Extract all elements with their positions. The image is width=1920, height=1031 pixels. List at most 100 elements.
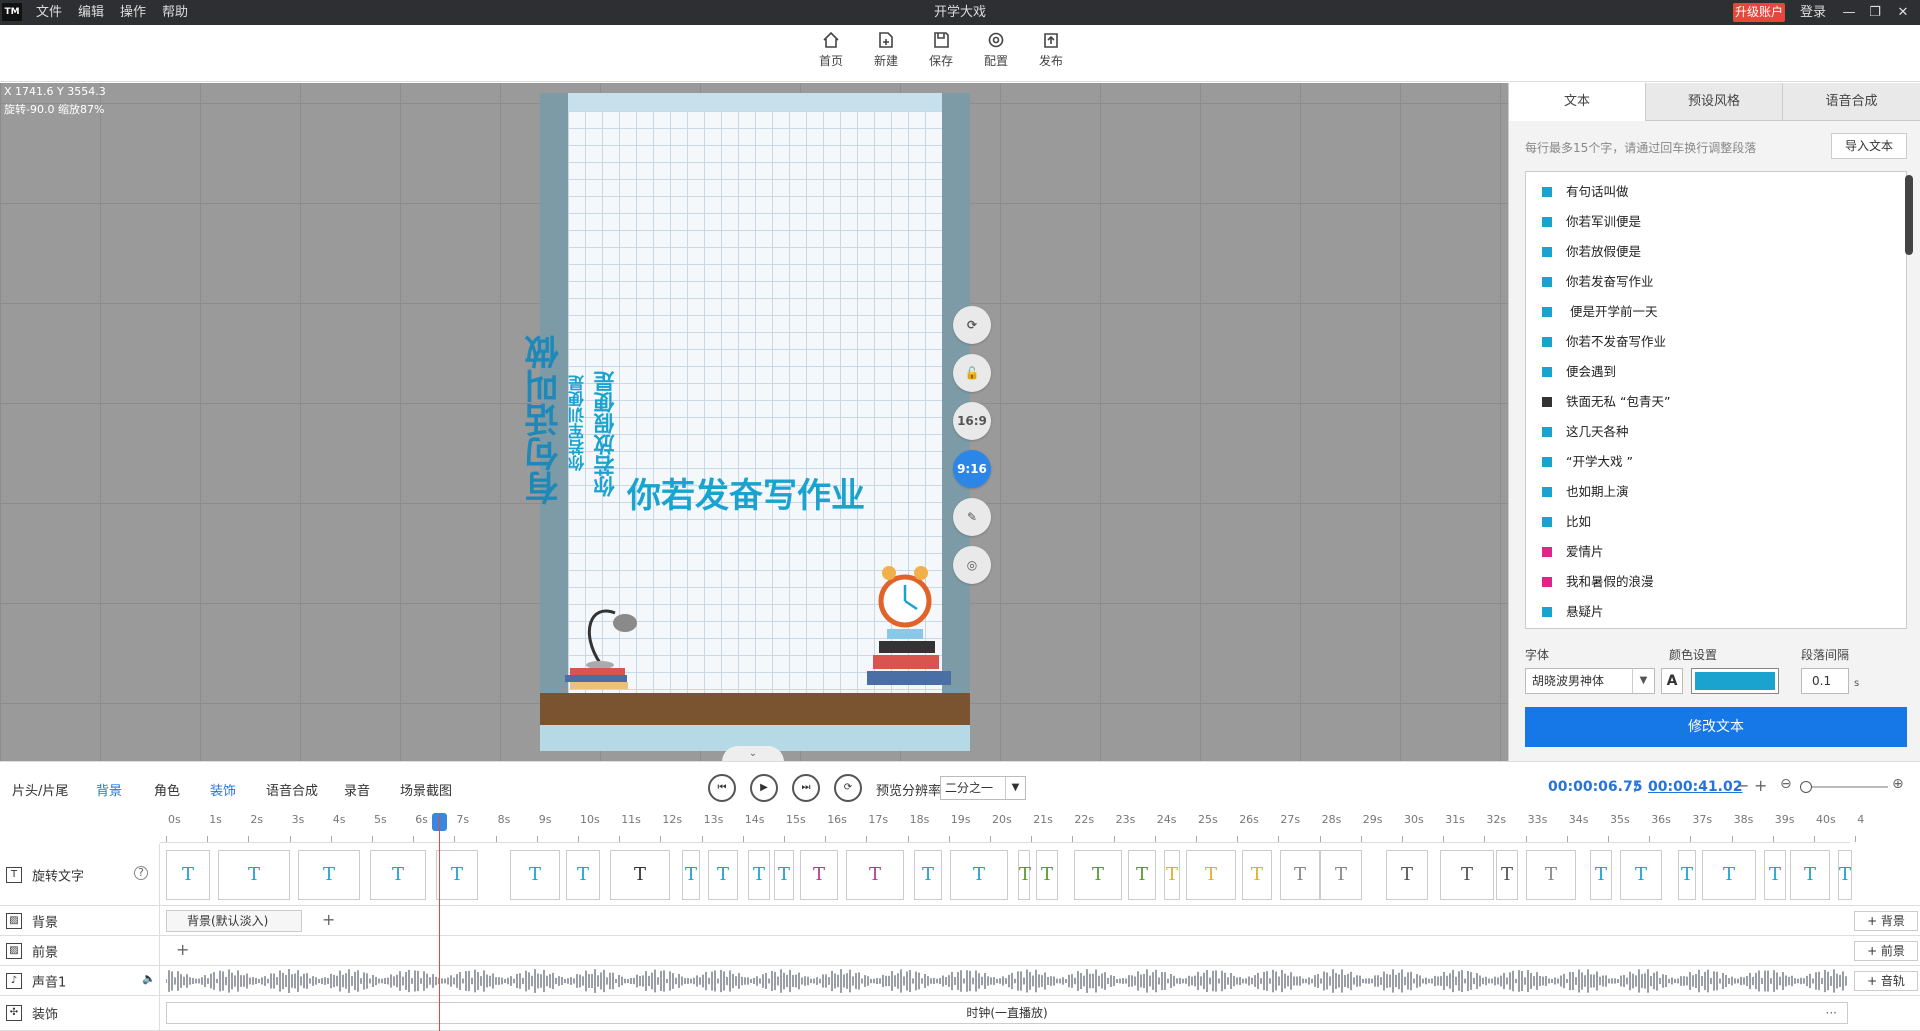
text-clip[interactable]: T	[1036, 850, 1058, 900]
text-list-item[interactable]: 这几天各种	[1542, 422, 1629, 442]
canvas-text-mid1[interactable]: 你若军训便是	[566, 375, 590, 471]
text-clip[interactable]: T	[748, 850, 770, 900]
tab-decoration[interactable]: 装饰	[210, 780, 236, 799]
text-clip[interactable]: T	[914, 850, 942, 900]
text-clip[interactable]: T	[846, 850, 904, 900]
time-ruler[interactable]: 0s 1s 2s 3s 4s 5s 6s 7s 8s 9s 10s 11s 12s 13s 14s 15s 16…	[160, 811, 1864, 843]
edit-pen-icon[interactable]: ✎	[953, 498, 991, 536]
publish-button[interactable]: 发布	[1028, 31, 1074, 69]
text-list-item[interactable]: 铁面无私 “包青天”	[1542, 392, 1670, 412]
clock-clip[interactable]: 时钟(一直播放) ···	[166, 1002, 1848, 1024]
text-clip[interactable]: T	[1074, 850, 1122, 900]
text-clip[interactable]: T	[708, 850, 738, 900]
text-clip[interactable]: T	[1526, 850, 1576, 900]
modify-text-button[interactable]: 修改文本	[1525, 707, 1907, 747]
tab-screenshot[interactable]: 场景截图	[400, 780, 452, 799]
text-clip[interactable]: T	[1620, 850, 1662, 900]
tab-preset-style[interactable]: 预设风格	[1646, 83, 1783, 121]
bg-clip[interactable]: 背景(默认淡入)	[166, 910, 302, 932]
color-swatch[interactable]	[1691, 668, 1779, 694]
skip-back-icon[interactable]: ⏮	[708, 774, 736, 802]
spacing-input[interactable]: 0.1	[1801, 668, 1849, 694]
zoom-out-icon[interactable]: ⊖	[1780, 776, 1792, 792]
text-clip[interactable]: T	[1128, 850, 1156, 900]
text-list-item[interactable]: 悬疑片	[1542, 602, 1604, 622]
tab-voice-synthesis[interactable]: 语音合成	[1783, 83, 1920, 121]
text-list-item[interactable]: “开学大戏 ”	[1542, 452, 1633, 472]
new-button[interactable]: 新建	[863, 31, 909, 69]
text-list-item[interactable]: 有句话叫做	[1542, 182, 1629, 202]
text-list-item[interactable]: 你若发奋写作业	[1542, 272, 1654, 292]
text-list-item[interactable]: 你若军训便是	[1542, 212, 1641, 232]
login-link[interactable]: 登录	[1800, 0, 1826, 25]
play-icon[interactable]: ▶	[750, 774, 778, 802]
menu-edit[interactable]: 编辑	[78, 0, 104, 25]
text-clip[interactable]: T	[1018, 850, 1031, 900]
skip-forward-icon[interactable]: ⏭	[792, 774, 820, 802]
audio-waveform[interactable]	[166, 968, 1848, 994]
save-button[interactable]: 保存	[918, 31, 964, 69]
volume-icon[interactable]: 🔈	[142, 972, 156, 985]
text-list-item[interactable]: 便是开学前一天	[1542, 302, 1657, 322]
text-list-item[interactable]: 爱情片	[1542, 542, 1604, 562]
home-button[interactable]: 首页	[808, 31, 854, 69]
text-clip[interactable]: T	[566, 850, 600, 900]
text-clip[interactable]: T	[950, 850, 1008, 900]
add-fg-clip-icon[interactable]: +	[176, 940, 189, 959]
close-icon[interactable]: ✕	[1890, 0, 1916, 25]
resolution-select[interactable]: 二分之一 ▼	[940, 776, 1026, 800]
target-icon[interactable]: ◎	[953, 546, 991, 584]
tab-character[interactable]: 角色	[154, 780, 180, 799]
text-clip[interactable]: T	[1838, 850, 1852, 900]
text-clip[interactable]: T	[1440, 850, 1494, 900]
text-clip[interactable]: T	[166, 850, 210, 900]
ratio-16-9-button[interactable]: 16:9	[953, 402, 991, 440]
text-clip[interactable]: T	[1280, 850, 1320, 900]
tab-voice[interactable]: 语音合成	[266, 780, 318, 799]
text-clip[interactable]: T	[800, 850, 838, 900]
tab-background[interactable]: 背景	[96, 780, 122, 799]
import-text-button[interactable]: 导入文本	[1831, 133, 1907, 159]
text-clip[interactable]: T	[218, 850, 290, 900]
list-scrollbar[interactable]	[1905, 175, 1913, 255]
plus-icon[interactable]: +	[1754, 776, 1767, 795]
text-clip[interactable]: T	[1678, 850, 1696, 900]
text-clip[interactable]: T	[436, 850, 478, 900]
text-clip[interactable]: T	[1590, 850, 1612, 900]
text-clip[interactable]: T	[1386, 850, 1428, 900]
text-clip[interactable]: T	[610, 850, 670, 900]
text-clip[interactable]: T	[1764, 850, 1786, 900]
ratio-9-16-button[interactable]: 9:16	[953, 450, 991, 488]
text-clip[interactable]: T	[1320, 850, 1362, 900]
font-color-icon[interactable]: A	[1661, 668, 1683, 694]
tab-intro-outro[interactable]: 片头/片尾	[12, 780, 68, 799]
config-button[interactable]: 配置	[973, 31, 1019, 69]
loop-icon[interactable]: ⟳	[834, 774, 862, 802]
restore-icon[interactable]: ❐	[1862, 0, 1888, 25]
text-list-item[interactable]: 你若不发奋写作业	[1542, 332, 1666, 352]
text-list-item[interactable]: 我和暑假的浪漫	[1542, 572, 1654, 592]
menu-operate[interactable]: 操作	[120, 0, 146, 25]
zoom-slider-handle[interactable]	[1800, 781, 1812, 793]
add-foreground-button[interactable]: + 前景	[1854, 941, 1918, 961]
text-clip[interactable]: T	[1790, 850, 1830, 900]
rotate-icon[interactable]: ⟳	[953, 306, 991, 344]
text-list-item[interactable]: 你若放假便是	[1542, 242, 1641, 262]
lock-icon[interactable]: 🔓	[953, 354, 991, 392]
text-clip[interactable]: T	[682, 850, 700, 900]
add-bg-clip-icon[interactable]: +	[322, 910, 335, 929]
add-audio-track-button[interactable]: + 音轨	[1854, 971, 1918, 991]
text-list-item[interactable]: 也如期上演	[1542, 482, 1629, 502]
text-clip[interactable]: T	[774, 850, 794, 900]
menu-file[interactable]: 文件	[36, 0, 62, 25]
text-clip[interactable]: T	[1702, 850, 1756, 900]
text-clip[interactable]: T	[1164, 850, 1180, 900]
canvas-area[interactable]: X 1741.6 Y 3554.3 旋转-90.0 缩放87% 有句话叫做 你若…	[0, 83, 1508, 761]
tab-text[interactable]: 文本	[1509, 83, 1646, 121]
minus-icon[interactable]: −	[1736, 776, 1749, 795]
add-background-button[interactable]: + 背景	[1854, 911, 1918, 931]
minimize-icon[interactable]: —	[1836, 0, 1862, 25]
zoom-slider[interactable]	[1800, 786, 1888, 788]
text-clip[interactable]: T	[298, 850, 360, 900]
collapse-toggle-icon[interactable]: ⌄	[722, 746, 784, 762]
